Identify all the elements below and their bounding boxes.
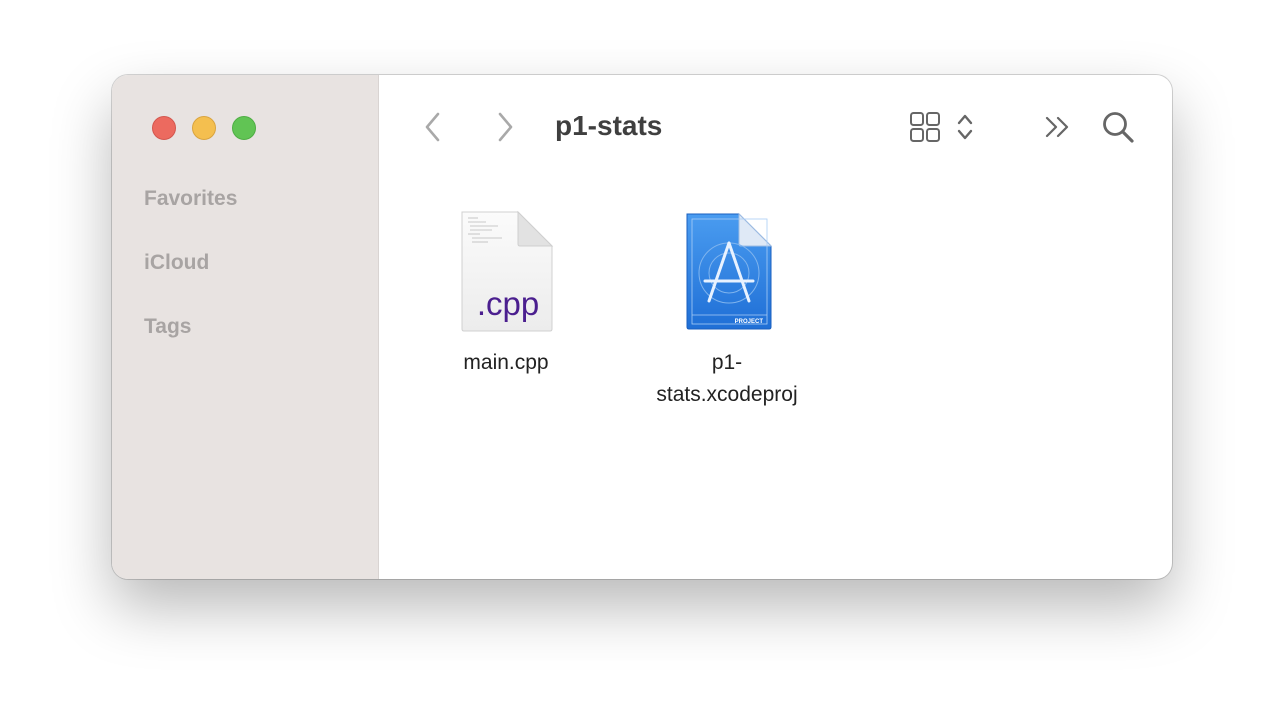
cpp-extension-label: .cpp xyxy=(477,285,539,322)
file-name-line-2: stats.xcodeproj xyxy=(656,383,798,406)
up-down-chevron-icon xyxy=(957,114,973,140)
sidebar: Favorites iCloud Tags xyxy=(112,75,379,579)
window-title: p1-stats xyxy=(555,110,663,141)
icon-grid-view-icon xyxy=(910,112,940,142)
view-options-button[interactable] xyxy=(954,109,976,145)
file-name: main.cpp xyxy=(463,351,549,374)
file-item-main-cpp[interactable]: .cpp main.cpp xyxy=(434,209,578,379)
desktop-background: Favorites iCloud Tags p1-stats .cpp main… xyxy=(0,0,1284,728)
search-button[interactable] xyxy=(1100,109,1136,145)
minimize-button[interactable] xyxy=(192,116,216,140)
chevron-left-icon xyxy=(425,112,440,142)
chevron-right-icon xyxy=(498,112,513,142)
double-chevron-right-icon xyxy=(1045,116,1069,138)
magnifying-glass-icon xyxy=(1103,112,1134,143)
sidebar-section-icloud[interactable]: iCloud xyxy=(144,251,209,275)
zoom-button[interactable] xyxy=(232,116,256,140)
finder-window: Favorites iCloud Tags p1-stats .cpp main… xyxy=(112,75,1172,579)
project-badge-label: PROJECT xyxy=(735,319,764,325)
sidebar-section-favorites[interactable]: Favorites xyxy=(144,187,237,211)
cpp-document-icon: .cpp xyxy=(461,210,554,332)
sidebar-section-tags[interactable]: Tags xyxy=(144,315,191,339)
back-button[interactable] xyxy=(418,109,448,145)
forward-button[interactable] xyxy=(490,109,520,145)
close-button[interactable] xyxy=(152,116,176,140)
more-toolbar-items-button[interactable] xyxy=(1042,109,1074,145)
file-name-line-1: p1- xyxy=(711,351,743,374)
file-item-xcodeproj[interactable]: PROJECT p1- stats.xcodeproj xyxy=(626,209,828,411)
view-mode-button[interactable] xyxy=(908,109,942,145)
xcode-project-icon: PROJECT xyxy=(686,212,773,330)
